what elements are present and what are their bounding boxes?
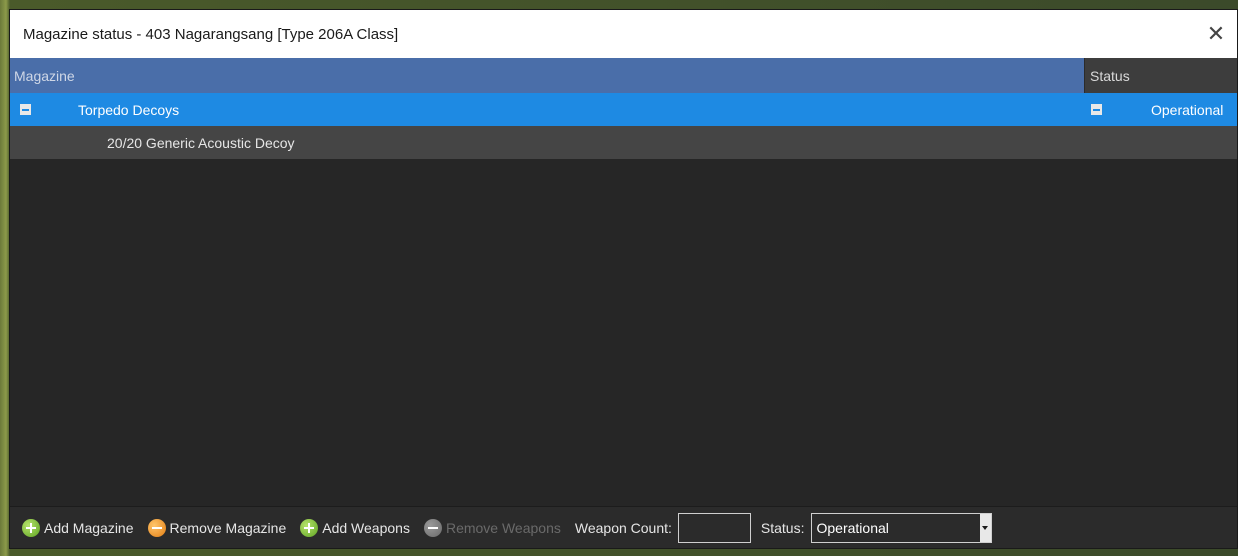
magazine-tree-grid: Torpedo Decoys Operational 20/20 Generic…	[10, 93, 1237, 506]
add-weapons-label: Add Weapons	[322, 519, 410, 536]
column-header-status[interactable]: Status	[1084, 58, 1237, 93]
magazine-status-dialog: Magazine status - 403 Nagarangsang [Type…	[9, 9, 1238, 549]
chevron-down-icon[interactable]	[979, 513, 991, 542]
column-header-status-label: Status	[1090, 67, 1130, 84]
add-circle-icon	[22, 518, 40, 537]
add-circle-icon	[300, 518, 319, 537]
add-weapons-button[interactable]: Add Weapons	[300, 518, 410, 537]
remove-magazine-button[interactable]: Remove Magazine	[147, 518, 287, 537]
remove-weapons-button[interactable]: Remove Weapons	[423, 518, 561, 537]
collapse-toggle-icon[interactable]	[20, 104, 31, 115]
status-label: Operational	[1151, 101, 1224, 118]
bottom-toolbar: Add Magazine Remove Magazine Add Weapons…	[10, 506, 1237, 548]
status-dropdown[interactable]: Operational	[810, 512, 992, 543]
tree-row-torpedo-decoys[interactable]: Torpedo Decoys Operational	[10, 93, 1237, 126]
column-header-magazine-label: Magazine	[14, 67, 75, 84]
close-icon: ✕	[1206, 21, 1226, 46]
weapon-count-input[interactable]	[677, 512, 751, 543]
column-header-magazine[interactable]: Magazine	[10, 58, 1084, 93]
add-magazine-label: Add Magazine	[44, 519, 134, 536]
remove-circle-icon	[147, 518, 166, 537]
weapon-cell: 20/20 Generic Acoustic Decoy	[10, 135, 1084, 151]
close-button[interactable]: ✕	[1203, 21, 1229, 47]
column-header-row: Magazine Status	[10, 58, 1237, 93]
tree-row-weapon[interactable]: 20/20 Generic Acoustic Decoy	[10, 126, 1237, 159]
remove-magazine-label: Remove Magazine	[169, 519, 287, 536]
remove-circle-icon	[423, 518, 442, 537]
magazine-cell: Torpedo Decoys	[10, 102, 1084, 118]
weapon-label: 20/20 Generic Acoustic Decoy	[107, 134, 295, 151]
remove-weapons-label: Remove Weapons	[445, 519, 561, 536]
window-title: Magazine status - 403 Nagarangsang [Type…	[23, 25, 399, 43]
status-dropdown-value: Operational	[816, 519, 889, 536]
weapon-count-label: Weapon Count:	[574, 519, 672, 536]
add-magazine-button[interactable]: Add Magazine	[22, 518, 134, 537]
status-collapse-toggle-icon[interactable]	[1091, 104, 1102, 115]
status-cell: Operational	[1084, 102, 1237, 118]
magazine-label: Torpedo Decoys	[78, 101, 180, 118]
title-bar: Magazine status - 403 Nagarangsang [Type…	[10, 10, 1237, 58]
status-field-label: Status:	[760, 519, 805, 536]
